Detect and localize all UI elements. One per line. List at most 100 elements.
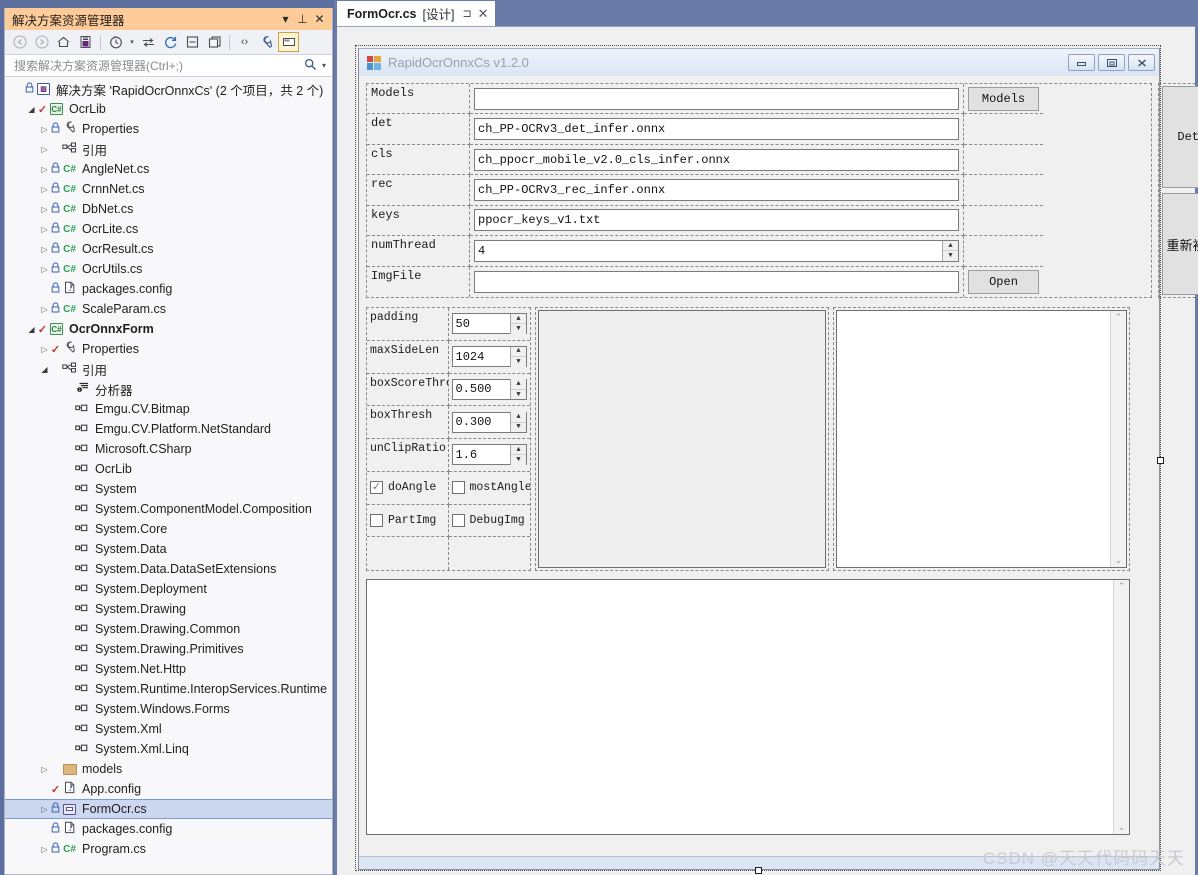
expand-arrow-icon[interactable]: ▷ xyxy=(39,345,50,354)
image-preview-box[interactable] xyxy=(538,310,826,568)
expand-arrow-icon[interactable]: ▷ xyxy=(39,145,50,154)
pin-icon[interactable]: ⊥ xyxy=(294,10,311,28)
properties-wrench-icon[interactable] xyxy=(256,32,277,52)
resize-handle-right[interactable] xyxy=(1157,457,1164,464)
scroll-down-icon[interactable]: ⌄ xyxy=(1118,823,1126,832)
tree-item[interactable]: Emgu.CV.Platform.NetStandard xyxy=(5,419,332,439)
tree-item[interactable]: ✓ App.config xyxy=(5,779,332,799)
scroll-up-icon[interactable]: ⌃ xyxy=(1118,582,1126,591)
expand-arrow-icon[interactable]: ▷ xyxy=(39,845,50,854)
designer-surface[interactable]: RapidOcrOnnxCs v1.2.0 Models Models det … xyxy=(337,26,1198,875)
pending-changes-caret-icon[interactable]: ▾ xyxy=(127,32,137,52)
tree-item[interactable]: ▷ models xyxy=(5,759,332,779)
spinner-down-icon[interactable]: ▼ xyxy=(511,324,526,334)
expand-arrow-icon[interactable]: ▷ xyxy=(39,245,50,254)
tree-item[interactable]: ▷ C# OcrResult.cs xyxy=(5,239,332,259)
spinner-down-icon[interactable]: ▼ xyxy=(511,357,526,367)
tree-item[interactable]: System.Data xyxy=(5,539,332,559)
tree-item[interactable]: ▷ 引用 xyxy=(5,139,332,159)
tree-item[interactable]: ◢ ✓ C# OcrOnnxForm xyxy=(5,319,332,339)
tree-item[interactable]: System.Drawing.Primitives xyxy=(5,639,332,659)
config-textbox[interactable]: ppocr_keys_v1.txt xyxy=(474,209,959,232)
param-spinbox[interactable]: 1.6 ▲ ▼ xyxy=(451,444,527,466)
log-scrollbar[interactable]: ⌃ ⌄ xyxy=(1113,580,1129,834)
expand-arrow-icon[interactable]: ▷ xyxy=(39,125,50,134)
resize-handle-bottom[interactable] xyxy=(755,867,762,874)
tree-item[interactable]: ▷ C# OcrLite.cs xyxy=(5,219,332,239)
tree-item[interactable]: System.Windows.Forms xyxy=(5,699,332,719)
checkbox-checked-icon[interactable]: ✓ xyxy=(370,481,383,495)
log-textbox[interactable]: ⌃ ⌄ xyxy=(366,579,1130,835)
maximize-button[interactable] xyxy=(1098,54,1125,71)
config-textbox[interactable]: 4 ▲ ▼ xyxy=(474,239,959,262)
result-scrollbar[interactable]: ⌃ ⌄ xyxy=(1110,311,1126,567)
tab-formocr-designer[interactable]: FormOcr.cs [设计] ⊐ ✕ xyxy=(337,1,495,26)
result-text-area[interactable] xyxy=(837,311,1110,567)
tree-item[interactable]: System xyxy=(5,479,332,499)
param-spinbox[interactable]: 50 ▲ ▼ xyxy=(451,313,527,335)
spinner-up-icon[interactable]: ▲ xyxy=(511,412,526,423)
expand-arrow-icon[interactable]: ▷ xyxy=(39,765,50,774)
tree-item[interactable]: System.Data.DataSetExtensions xyxy=(5,559,332,579)
tree-item[interactable]: System.Xml.Linq xyxy=(5,739,332,759)
config-textbox[interactable]: ch_PP-OCRv3_det_infer.onnx xyxy=(474,118,959,141)
param-spinbox[interactable]: 0.300 ▲ ▼ xyxy=(451,411,527,433)
collapse-arrow-icon[interactable]: ◢ xyxy=(26,325,37,334)
spinner-down-icon[interactable]: ▼ xyxy=(511,423,526,433)
expand-arrow-icon[interactable]: ▷ xyxy=(39,265,50,274)
numeric-spinner[interactable]: ▲ ▼ xyxy=(510,412,526,433)
tree-item[interactable]: Emgu.CV.Bitmap xyxy=(5,399,332,419)
tree-item[interactable]: packages.config xyxy=(5,819,332,839)
pending-changes-icon[interactable] xyxy=(105,32,126,52)
spinner-up-icon[interactable]: ▲ xyxy=(511,379,526,390)
tree-item[interactable]: System.Xml xyxy=(5,719,332,739)
tree-item[interactable]: Microsoft.CSharp xyxy=(5,439,332,459)
search-options-caret-icon[interactable]: ▾ xyxy=(320,61,330,70)
checkbox-mostangle[interactable]: mostAngle xyxy=(451,481,530,495)
collapse-arrow-icon[interactable]: ◢ xyxy=(39,365,50,374)
log-textbox-panel[interactable]: ⌃ ⌄ xyxy=(366,579,1130,835)
dropdown-icon[interactable]: ▾ xyxy=(277,10,294,28)
tree-item[interactable]: OcrLib xyxy=(5,459,332,479)
view-designer-icon[interactable] xyxy=(278,32,299,52)
forward-icon[interactable] xyxy=(31,32,52,52)
minimize-button[interactable] xyxy=(1068,54,1095,71)
tree-item[interactable]: ▷ ✓ Properties xyxy=(5,339,332,359)
spinner-down-icon[interactable]: ▼ xyxy=(511,455,526,465)
models-button[interactable]: Models xyxy=(968,86,1039,111)
detect-button[interactable]: Detect xyxy=(1162,86,1198,188)
config-textbox[interactable]: ch_ppocr_mobile_v2.0_cls_infer.onnx xyxy=(474,148,959,171)
spinner-up-icon[interactable]: ▲ xyxy=(511,347,526,358)
expand-arrow-icon[interactable]: ▷ xyxy=(39,305,50,314)
tree-item[interactable]: System.Runtime.InteropServices.Runtime xyxy=(5,679,332,699)
refresh-icon[interactable] xyxy=(160,32,181,52)
tree-item[interactable]: System.Drawing xyxy=(5,599,332,619)
param-spinbox[interactable]: 1024 ▲ ▼ xyxy=(451,346,527,368)
image-preview-panel[interactable] xyxy=(535,307,829,571)
pin-tab-icon[interactable]: ⊐ xyxy=(460,7,471,20)
scroll-down-icon[interactable]: ⌄ xyxy=(1115,556,1123,565)
collapse-arrow-icon[interactable]: ◢ xyxy=(26,105,37,114)
config-textbox[interactable] xyxy=(474,87,959,110)
tree-item[interactable]: System.ComponentModel.Composition xyxy=(5,499,332,519)
expand-arrow-icon[interactable]: ▷ xyxy=(39,185,50,194)
spinner-down-icon[interactable]: ▼ xyxy=(511,390,526,400)
open-button[interactable]: Open xyxy=(968,269,1039,294)
tree-item[interactable]: ▷ C# DbNet.cs xyxy=(5,199,332,219)
sync-with-document-icon[interactable] xyxy=(75,32,96,52)
tree-item[interactable]: ◢ ✓ C# OcrLib xyxy=(5,99,332,119)
result-textbox[interactable]: ⌃ ⌄ xyxy=(836,310,1127,568)
tree-item[interactable]: ▷ C# AngleNet.cs xyxy=(5,159,332,179)
config-textbox[interactable]: ch_PP-OCRv3_rec_infer.onnx xyxy=(474,178,959,201)
spinner-up-icon[interactable]: ▲ xyxy=(511,314,526,325)
tree-item[interactable]: ▷ C# OcrUtils.cs xyxy=(5,259,332,279)
param-spinbox[interactable]: 0.500 ▲ ▼ xyxy=(451,378,527,400)
expand-arrow-icon[interactable]: ▷ xyxy=(39,205,50,214)
numeric-spinner[interactable]: ▲ ▼ xyxy=(942,240,958,261)
tree-item[interactable]: ◢ 引用 xyxy=(5,359,332,379)
result-textbox-panel[interactable]: ⌃ ⌄ xyxy=(833,307,1130,571)
tree-item[interactable]: System.Deployment xyxy=(5,579,332,599)
search-icon[interactable] xyxy=(301,58,320,74)
expand-arrow-icon[interactable]: ▷ xyxy=(39,805,50,814)
checkbox-unchecked-icon[interactable] xyxy=(451,513,465,527)
